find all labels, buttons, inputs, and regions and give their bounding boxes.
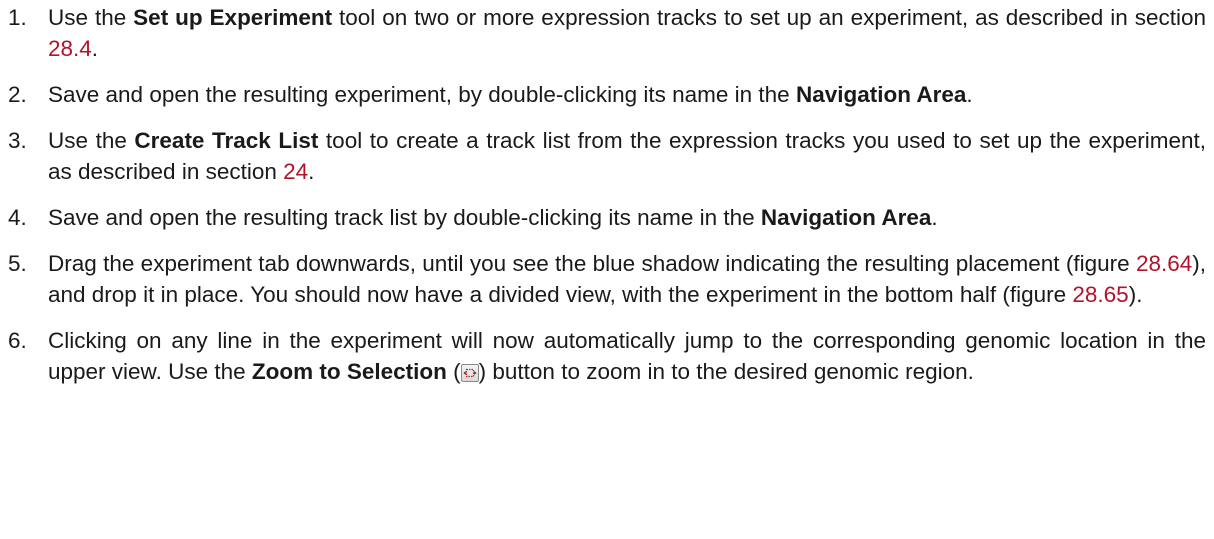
step-text: ). bbox=[1128, 282, 1143, 307]
step-number: 6. bbox=[8, 328, 27, 353]
list-item: 4. Save and open the resulting track list… bbox=[8, 202, 1206, 233]
list-item: 5. Drag the experiment tab downwards, unt… bbox=[8, 248, 1206, 310]
step-number: 5. bbox=[8, 251, 27, 276]
step-text: Save and open the resulting track list b… bbox=[48, 205, 761, 230]
zoom-to-selection-icon bbox=[460, 364, 479, 382]
step-text: ) button to zoom in to the desired genom… bbox=[478, 359, 974, 384]
figure-link[interactable]: 28.64 bbox=[1136, 251, 1192, 276]
instruction-list: 1. Use the Set up Experiment tool on two … bbox=[8, 2, 1206, 402]
list-item: 3. Use the Create Track List tool to crea… bbox=[8, 125, 1206, 187]
step-text: . bbox=[308, 159, 315, 184]
step-text: Use the bbox=[48, 5, 134, 30]
tool-name-zoom-to-selection: Zoom to Selection bbox=[251, 359, 447, 384]
tool-name-set-up-experiment: Set up Experiment bbox=[133, 5, 333, 30]
step-text: Drag the experiment tab downwards, until… bbox=[48, 251, 1136, 276]
step-text: . bbox=[966, 82, 973, 107]
list-item: 2. Save and open the resulting experiment… bbox=[8, 79, 1206, 110]
list-item: 1. Use the Set up Experiment tool on two … bbox=[8, 2, 1206, 64]
list-item: 6. Clicking on any line in the experiment… bbox=[8, 325, 1206, 387]
section-link[interactable]: 24 bbox=[283, 159, 308, 184]
step-number: 2. bbox=[8, 82, 27, 107]
step-text: Use the bbox=[48, 128, 135, 153]
step-number: 3. bbox=[8, 128, 27, 153]
step-number: 4. bbox=[8, 205, 27, 230]
step-text: ( bbox=[446, 359, 461, 384]
section-link[interactable]: 28.4 bbox=[48, 36, 92, 61]
figure-link[interactable]: 28.65 bbox=[1072, 282, 1128, 307]
step-text: tool on two or more expression tracks to… bbox=[332, 5, 1207, 30]
step-text: . bbox=[931, 205, 938, 230]
step-text: Save and open the resulting experiment, … bbox=[48, 82, 796, 107]
navigation-area-label: Navigation Area bbox=[760, 205, 932, 230]
step-text: . bbox=[91, 36, 99, 61]
navigation-area-label: Navigation Area bbox=[795, 82, 967, 107]
step-number: 1. bbox=[8, 5, 27, 30]
tool-name-create-track-list: Create Track List bbox=[134, 128, 319, 153]
